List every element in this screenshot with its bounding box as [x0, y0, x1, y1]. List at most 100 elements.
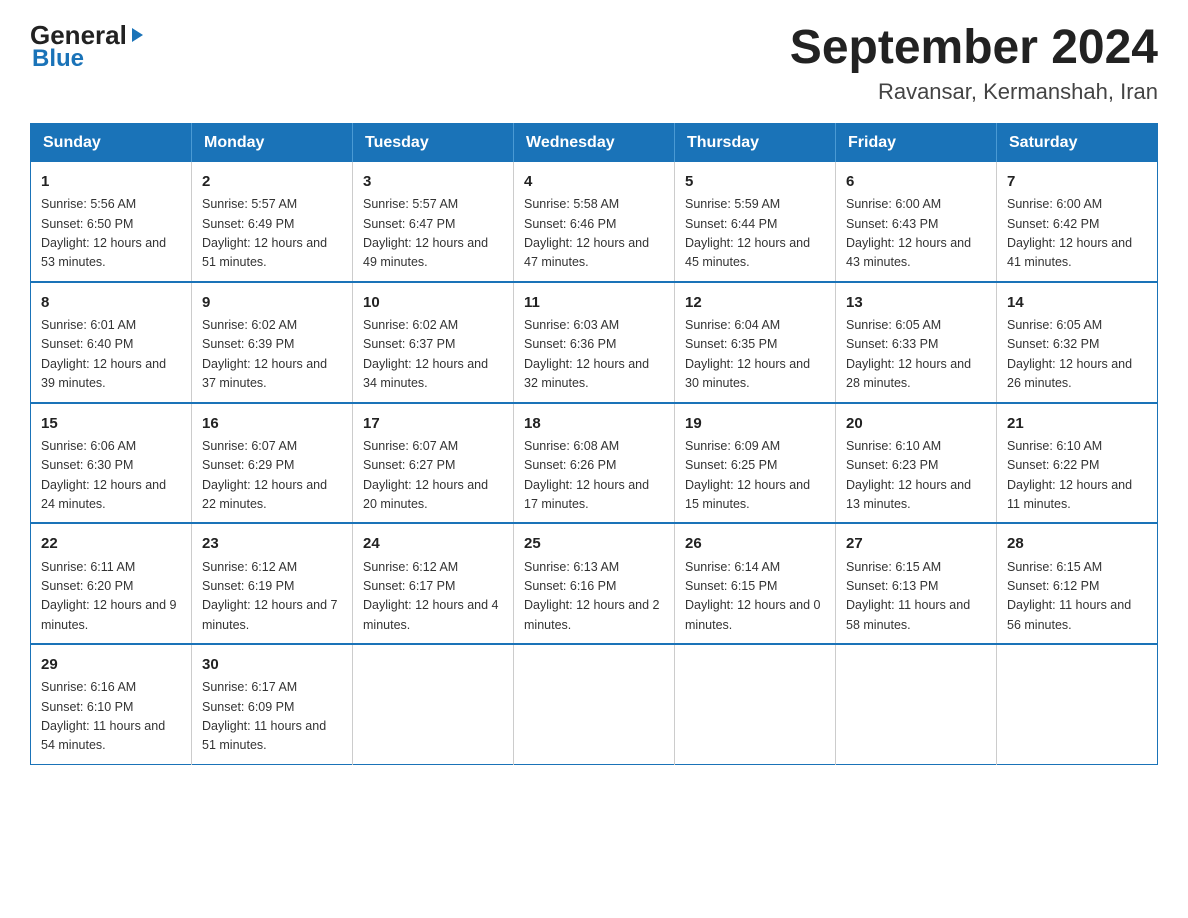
sunset-text: Sunset: 6:10 PM: [41, 700, 133, 714]
daylight-text: Daylight: 12 hours and 11 minutes.: [1007, 478, 1132, 511]
logo-area: General Blue: [30, 20, 143, 73]
sunset-text: Sunset: 6:29 PM: [202, 458, 294, 472]
calendar-cell: 21Sunrise: 6:10 AMSunset: 6:22 PMDayligh…: [997, 403, 1158, 524]
calendar-cell: [353, 644, 514, 764]
day-number: 24: [363, 532, 503, 555]
sunset-text: Sunset: 6:36 PM: [524, 337, 616, 351]
daylight-text: Daylight: 12 hours and 34 minutes.: [363, 357, 488, 390]
sunset-text: Sunset: 6:32 PM: [1007, 337, 1099, 351]
sunrise-text: Sunrise: 6:04 AM: [685, 318, 780, 332]
day-number: 8: [41, 291, 181, 314]
daylight-text: Daylight: 12 hours and 32 minutes.: [524, 357, 649, 390]
sunrise-text: Sunrise: 6:09 AM: [685, 439, 780, 453]
location-subtitle: Ravansar, Kermanshah, Iran: [790, 79, 1158, 105]
calendar-cell: 9 Sunrise: 6:02 AM Sunset: 6:39 PM Daylight…: [192, 282, 353, 403]
calendar-cell: 17Sunrise: 6:07 AMSunset: 6:27 PMDayligh…: [353, 403, 514, 524]
day-number: 4: [524, 170, 664, 193]
daylight-text: Daylight: 12 hours and 17 minutes.: [524, 478, 649, 511]
sunrise-text: Sunrise: 6:05 AM: [846, 318, 941, 332]
top-section: General Blue September 2024 Ravansar, Ke…: [30, 20, 1158, 105]
daylight-text: Daylight: 12 hours and 2 minutes.: [524, 598, 660, 631]
day-number: 19: [685, 412, 825, 435]
sunset-text: Sunset: 6:15 PM: [685, 579, 777, 593]
day-number: 28: [1007, 532, 1147, 555]
daylight-text: Daylight: 12 hours and 24 minutes.: [41, 478, 166, 511]
day-number: 29: [41, 653, 181, 676]
month-title: September 2024: [790, 20, 1158, 75]
day-number: 27: [846, 532, 986, 555]
daylight-text: Daylight: 12 hours and 26 minutes.: [1007, 357, 1132, 390]
sunset-text: Sunset: 6:16 PM: [524, 579, 616, 593]
sunset-text: Sunset: 6:39 PM: [202, 337, 294, 351]
calendar-cell: 18Sunrise: 6:08 AMSunset: 6:26 PMDayligh…: [514, 403, 675, 524]
daylight-text: Daylight: 12 hours and 47 minutes.: [524, 236, 649, 269]
col-header-monday: Monday: [192, 124, 353, 163]
daylight-text: Daylight: 12 hours and 30 minutes.: [685, 357, 810, 390]
sunrise-text: Sunrise: 5:56 AM: [41, 197, 136, 211]
sunrise-text: Sunrise: 6:11 AM: [41, 560, 135, 574]
col-header-sunday: Sunday: [31, 124, 192, 163]
sunset-text: Sunset: 6:42 PM: [1007, 217, 1099, 231]
day-number: 7: [1007, 170, 1147, 193]
calendar-cell: 12Sunrise: 6:04 AMSunset: 6:35 PMDayligh…: [675, 282, 836, 403]
day-number: 9: [202, 291, 342, 314]
sunrise-text: Sunrise: 6:02 AM: [363, 318, 458, 332]
calendar-cell: 27Sunrise: 6:15 AMSunset: 6:13 PMDayligh…: [836, 523, 997, 644]
calendar-cell: 29Sunrise: 6:16 AMSunset: 6:10 PMDayligh…: [31, 644, 192, 764]
day-number: 5: [685, 170, 825, 193]
sunrise-text: Sunrise: 5:57 AM: [363, 197, 458, 211]
sunrise-text: Sunrise: 6:03 AM: [524, 318, 619, 332]
daylight-text: Daylight: 12 hours and 9 minutes.: [41, 598, 177, 631]
calendar-cell: 4Sunrise: 5:58 AMSunset: 6:46 PMDaylight…: [514, 162, 675, 282]
calendar-cell: 6Sunrise: 6:00 AMSunset: 6:43 PMDaylight…: [836, 162, 997, 282]
sunset-text: Sunset: 6:25 PM: [685, 458, 777, 472]
sunset-text: Sunset: 6:27 PM: [363, 458, 455, 472]
sunrise-text: Sunrise: 6:13 AM: [524, 560, 619, 574]
day-number: 30: [202, 653, 342, 676]
sunset-text: Sunset: 6:49 PM: [202, 217, 294, 231]
col-header-wednesday: Wednesday: [514, 124, 675, 163]
daylight-text: Daylight: 12 hours and 49 minutes.: [363, 236, 488, 269]
calendar-cell: 3Sunrise: 5:57 AMSunset: 6:47 PMDaylight…: [353, 162, 514, 282]
sunset-text: Sunset: 6:12 PM: [1007, 579, 1099, 593]
daylight-text: Daylight: 11 hours and 56 minutes.: [1007, 598, 1131, 631]
calendar-cell: 26Sunrise: 6:14 AMSunset: 6:15 PMDayligh…: [675, 523, 836, 644]
col-header-saturday: Saturday: [997, 124, 1158, 163]
sunrise-text: Sunrise: 6:15 AM: [1007, 560, 1102, 574]
daylight-text: Daylight: 12 hours and 22 minutes.: [202, 478, 327, 511]
daylight-text: Daylight: 12 hours and 43 minutes.: [846, 236, 971, 269]
daylight-text: Daylight: 12 hours and 7 minutes.: [202, 598, 338, 631]
daylight-text: Daylight: 11 hours and 54 minutes.: [41, 719, 165, 752]
calendar-cell: 28 Sunrise: 6:15 AM Sunset: 6:12 PM Dayligh…: [997, 523, 1158, 644]
calendar-cell: 14Sunrise: 6:05 AMSunset: 6:32 PMDayligh…: [997, 282, 1158, 403]
day-number: 15: [41, 412, 181, 435]
day-number: 11: [524, 291, 664, 314]
sunrise-text: Sunrise: 6:02 AM: [202, 318, 297, 332]
calendar-cell: 11 Sunrise: 6:03 AM Sunset: 6:36 PM Dayligh…: [514, 282, 675, 403]
calendar-cell: 19Sunrise: 6:09 AMSunset: 6:25 PMDayligh…: [675, 403, 836, 524]
sunset-text: Sunset: 6:35 PM: [685, 337, 777, 351]
calendar-cell: 16Sunrise: 6:07 AMSunset: 6:29 PMDayligh…: [192, 403, 353, 524]
day-number: 16: [202, 412, 342, 435]
calendar-week-row: 29Sunrise: 6:16 AMSunset: 6:10 PMDayligh…: [31, 644, 1158, 764]
calendar-week-row: 8Sunrise: 6:01 AMSunset: 6:40 PMDaylight…: [31, 282, 1158, 403]
daylight-text: Daylight: 12 hours and 37 minutes.: [202, 357, 327, 390]
day-number: 10: [363, 291, 503, 314]
calendar-cell: [997, 644, 1158, 764]
sunset-text: Sunset: 6:33 PM: [846, 337, 938, 351]
calendar-cell: 7Sunrise: 6:00 AMSunset: 6:42 PMDaylight…: [997, 162, 1158, 282]
sunrise-text: Sunrise: 5:57 AM: [202, 197, 297, 211]
sunset-text: Sunset: 6:37 PM: [363, 337, 455, 351]
calendar-cell: 24Sunrise: 6:12 AMSunset: 6:17 PMDayligh…: [353, 523, 514, 644]
sunset-text: Sunset: 6:13 PM: [846, 579, 938, 593]
calendar-cell: 30Sunrise: 6:17 AMSunset: 6:09 PMDayligh…: [192, 644, 353, 764]
sunset-text: Sunset: 6:26 PM: [524, 458, 616, 472]
daylight-text: Daylight: 11 hours and 51 minutes.: [202, 719, 326, 752]
calendar-week-row: 1Sunrise: 5:56 AMSunset: 6:50 PMDaylight…: [31, 162, 1158, 282]
daylight-text: Daylight: 12 hours and 51 minutes.: [202, 236, 327, 269]
sunset-text: Sunset: 6:50 PM: [41, 217, 133, 231]
day-number: 3: [363, 170, 503, 193]
col-header-friday: Friday: [836, 124, 997, 163]
daylight-text: Daylight: 12 hours and 0 minutes.: [685, 598, 821, 631]
sunset-text: Sunset: 6:19 PM: [202, 579, 294, 593]
